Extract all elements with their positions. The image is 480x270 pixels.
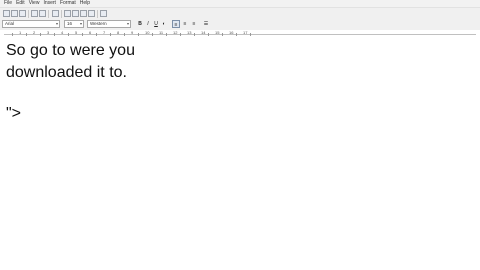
ruler-number: 2 [33, 30, 36, 35]
toolbar-separator [97, 10, 98, 18]
toolbar-separator [61, 10, 62, 18]
open-folder-icon[interactable] [11, 10, 18, 17]
cut-icon[interactable] [64, 10, 71, 17]
ruler-number: 5 [75, 30, 78, 35]
copy-icon[interactable] [72, 10, 79, 17]
toolbar-separator [48, 10, 49, 18]
font-size-value: 16 [67, 21, 73, 26]
ruler-number: 7 [103, 30, 106, 35]
ruler-number: 9 [131, 30, 134, 35]
align-right-icon[interactable]: ≡ [190, 20, 198, 28]
save-icon[interactable] [19, 10, 26, 17]
ruler-tick [110, 33, 111, 36]
document-area[interactable]: So go to were you downloaded it to. "> [0, 38, 480, 270]
underline-icon[interactable]: U [152, 20, 160, 28]
ruler-tick [236, 33, 237, 36]
print-icon[interactable] [31, 10, 38, 17]
undo-icon[interactable] [88, 10, 95, 17]
ruler-number: 17 [243, 30, 248, 35]
ruler-tick [180, 33, 181, 36]
ruler-number: 13 [187, 30, 192, 35]
document-line: "> [6, 105, 22, 122]
ruler-number: 6 [89, 30, 92, 35]
ruler-tick [124, 33, 125, 36]
find-icon[interactable] [52, 10, 59, 17]
font-name-value: Arial [5, 21, 15, 26]
ruler-tick [26, 33, 27, 36]
ruler-tick [138, 33, 139, 36]
bullets-icon[interactable]: ☰ [202, 20, 210, 28]
ruler-tick [82, 33, 83, 36]
menu-format[interactable]: Format [60, 0, 76, 7]
ruler-number: 10 [145, 30, 150, 35]
align-center-icon[interactable]: ≡ [181, 20, 189, 28]
font-size-combo[interactable]: 16 ▾ [64, 20, 84, 28]
chevron-down-icon: ▾ [126, 21, 129, 26]
paste-icon[interactable] [80, 10, 87, 17]
menu-file[interactable]: File [4, 0, 12, 7]
ruler-number: 15 [215, 30, 220, 35]
print-preview-icon[interactable] [39, 10, 46, 17]
ruler-tick [166, 33, 167, 36]
menu-insert[interactable]: Insert [43, 0, 56, 7]
ruler-number: 4 [61, 30, 64, 35]
ruler-tick [222, 33, 223, 36]
script-combo[interactable]: Western ▾ [87, 20, 131, 28]
script-value: Western [90, 21, 107, 26]
new-document-icon[interactable] [3, 10, 10, 17]
menu-edit[interactable]: Edit [16, 0, 25, 7]
document-line: So go to were you [6, 42, 135, 59]
menu-help[interactable]: Help [80, 0, 90, 7]
ruler-tick [68, 33, 69, 36]
ruler-number: 3 [47, 30, 50, 35]
italic-icon[interactable]: I [144, 20, 152, 28]
ruler-tick [208, 33, 209, 36]
chevron-down-icon: ▾ [79, 21, 82, 26]
menu-view[interactable]: View [29, 0, 40, 7]
ruler-number: 16 [229, 30, 234, 35]
bold-icon[interactable]: B [136, 20, 144, 28]
chevron-down-icon: ▾ [55, 21, 58, 26]
toolbar-separator [28, 10, 29, 18]
ruler-number: 12 [173, 30, 178, 35]
ruler-tick [194, 33, 195, 36]
ruler-number: 14 [201, 30, 206, 35]
ruler-number: 8 [117, 30, 120, 35]
align-left-icon[interactable]: ≡ [172, 20, 180, 28]
ruler-tick [96, 33, 97, 36]
font-name-combo[interactable]: Arial ▾ [2, 20, 60, 28]
ruler-number: 1 [19, 30, 22, 35]
ruler-number: 11 [159, 30, 164, 35]
ruler-tick [250, 33, 251, 36]
document-line: downloaded it to. [6, 64, 127, 81]
insert-date-icon[interactable] [100, 10, 107, 17]
menu-bar: File Edit View Insert Format Help [0, 0, 480, 8]
ruler-tick [54, 33, 55, 36]
ruler-tick [152, 33, 153, 36]
ruler-tick [40, 33, 41, 36]
ruler-tick [12, 33, 13, 36]
color-icon[interactable]: ◐ [160, 20, 168, 28]
